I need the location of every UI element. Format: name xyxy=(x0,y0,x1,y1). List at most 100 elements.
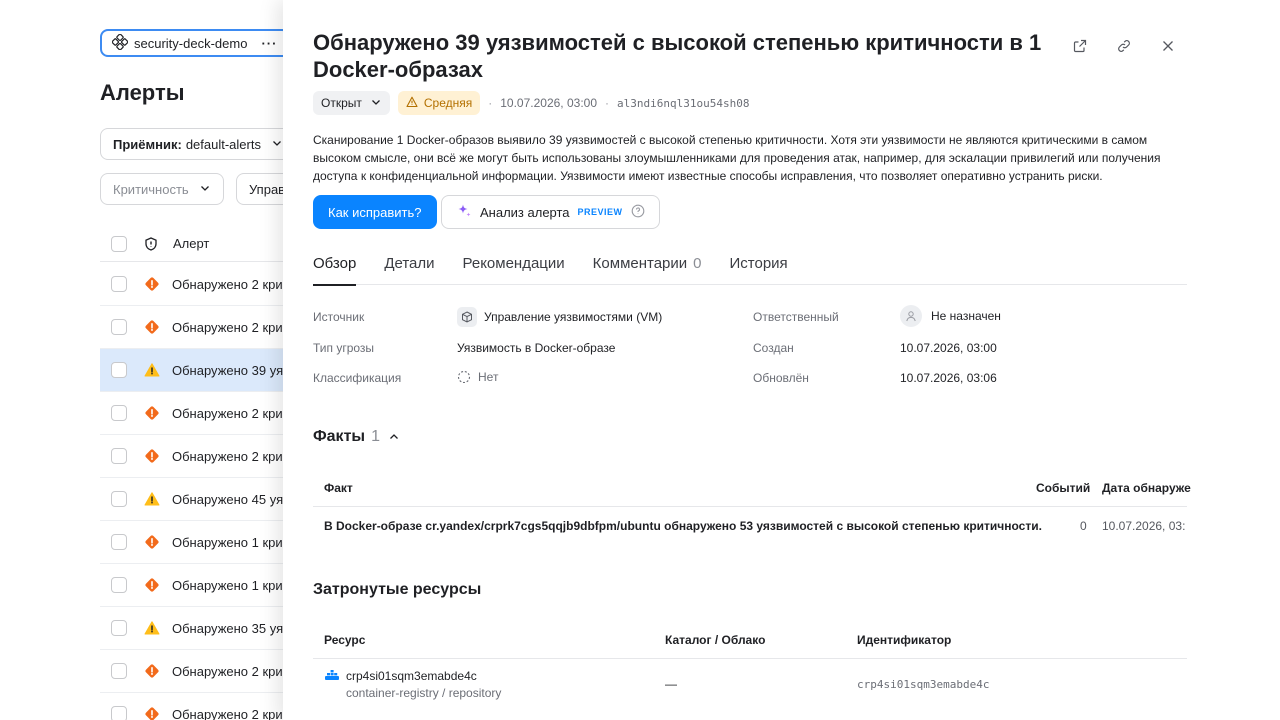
source-value: Управление уязвимостями (VM) xyxy=(457,307,662,327)
row-checkbox[interactable] xyxy=(111,706,127,720)
app-root: security-deck-demo ··· Алерты Приёмник: … xyxy=(0,0,1280,720)
list-item[interactable]: Обнаружено 2 кри xyxy=(100,392,283,435)
drawer-actions xyxy=(1070,36,1178,56)
facts-table-header: Факт Событий Дата обнаруже xyxy=(313,467,1191,507)
row-checkbox[interactable] xyxy=(111,577,127,593)
alert-analysis-button[interactable]: Анализ алерта PREVIEW xyxy=(441,195,660,229)
list-item-title: Обнаружено 2 кри xyxy=(172,405,283,421)
high-severity-icon xyxy=(144,534,160,550)
col-catalog: Каталог / Облако xyxy=(665,633,766,647)
avatar-icon xyxy=(900,305,922,327)
preview-badge: PREVIEW xyxy=(577,207,623,217)
status-select[interactable]: Открыт xyxy=(313,91,390,115)
threat-type-label: Тип угрозы xyxy=(313,341,375,355)
severity-label: Средняя xyxy=(423,96,473,110)
tab-details[interactable]: Детали xyxy=(384,248,434,285)
assignee-label: Ответственный xyxy=(753,310,839,324)
list-item[interactable]: Обнаружено 39 уя xyxy=(100,349,283,392)
resources-table-header: Ресурс Каталог / Облако Идентификатор xyxy=(313,619,1187,659)
col-events: Событий xyxy=(1036,481,1091,495)
facts-section-header[interactable]: Факты 1 xyxy=(313,428,400,446)
list-item-title: Обнаружено 1 кри xyxy=(172,534,283,550)
list-item[interactable]: Обнаружено 2 кри xyxy=(100,693,283,720)
receiver-filter[interactable]: Приёмник: default-alerts xyxy=(100,128,283,160)
affected-resources-title: Затронутые ресурсы xyxy=(313,581,482,598)
updated-value: 10.07.2026, 03:06 xyxy=(900,371,997,385)
source-label: Источник xyxy=(313,310,365,324)
chevron-up-icon xyxy=(388,431,400,443)
list-item[interactable]: Обнаружено 2 кри xyxy=(100,263,283,306)
row-checkbox[interactable] xyxy=(111,491,127,507)
project-menu-icon[interactable]: ··· xyxy=(261,36,277,51)
drawer-tabs: Обзор Детали Рекомендации Комментарии 0 И… xyxy=(313,248,1187,286)
classification-label: Классификация xyxy=(313,371,402,385)
row-checkbox[interactable] xyxy=(111,663,127,679)
list-item-title: Обнаружено 35 уя xyxy=(172,620,283,636)
list-item[interactable]: Обнаружено 45 уя xyxy=(100,478,283,521)
resource-catalog: — xyxy=(665,677,677,691)
row-checkbox[interactable] xyxy=(111,405,127,421)
list-item[interactable]: Обнаружено 2 кри xyxy=(100,435,283,478)
alert-column-label: Алерт xyxy=(173,236,210,251)
medium-severity-icon xyxy=(144,362,160,378)
list-item[interactable]: Обнаружено 1 кри xyxy=(100,521,283,564)
high-severity-icon xyxy=(144,577,160,593)
medium-severity-icon xyxy=(144,491,160,507)
col-resource: Ресурс xyxy=(324,633,366,647)
tab-history[interactable]: История xyxy=(730,248,788,285)
receiver-filter-value: default-alerts xyxy=(185,136,261,152)
receiver-filter-label: Приёмник: xyxy=(113,136,182,152)
col-identifier: Идентификатор xyxy=(857,633,952,647)
severity-filter[interactable]: Критичность xyxy=(100,173,224,205)
help-icon[interactable] xyxy=(631,204,645,221)
alert-description: Сканирование 1 Docker-образов выявило 39… xyxy=(313,133,1161,183)
fact-date: 10.07.2026, 03: xyxy=(1102,519,1186,533)
open-external-icon[interactable] xyxy=(1070,36,1090,56)
severity-filter-label: Критичность xyxy=(113,181,189,197)
list-item-title: Обнаружено 39 уя xyxy=(172,362,283,378)
project-selector[interactable]: security-deck-demo ··· xyxy=(100,29,283,57)
tab-comments[interactable]: Комментарии 0 xyxy=(593,248,702,285)
high-severity-icon xyxy=(144,276,160,292)
how-to-fix-button[interactable]: Как исправить? xyxy=(313,195,437,229)
warning-icon xyxy=(406,96,418,111)
row-checkbox[interactable] xyxy=(111,448,127,464)
cube-icon xyxy=(457,307,477,327)
select-all-checkbox[interactable] xyxy=(111,235,127,252)
list-item[interactable]: Обнаружено 35 уя xyxy=(100,607,283,650)
row-checkbox[interactable] xyxy=(111,620,127,636)
high-severity-icon xyxy=(144,448,160,464)
list-item-title: Обнаружено 2 кри xyxy=(172,276,283,292)
facts-title: Факты xyxy=(313,428,366,445)
row-checkbox[interactable] xyxy=(111,534,127,550)
management-filter-label: Управ xyxy=(249,181,283,197)
resource-identifier: crp4si01sqm3emabde4c xyxy=(857,678,990,691)
row-checkbox[interactable] xyxy=(111,276,127,292)
project-icon xyxy=(111,33,129,53)
list-item-title: Обнаружено 2 кри xyxy=(172,706,283,720)
row-checkbox[interactable] xyxy=(111,362,127,378)
list-item[interactable]: Обнаружено 1 кри xyxy=(100,564,283,607)
assignee-value[interactable]: Не назначен xyxy=(900,305,1001,327)
table-row[interactable]: crp4si01sqm3emabde4c container-registry … xyxy=(313,659,1187,709)
resource-name[interactable]: crp4si01sqm3emabde4c xyxy=(346,669,477,683)
resource-cell: crp4si01sqm3emabde4c container-registry … xyxy=(324,669,501,700)
list-item[interactable]: Обнаружено 2 кри xyxy=(100,306,283,349)
tab-recommendations[interactable]: Рекомендации xyxy=(463,248,565,285)
copy-link-icon[interactable] xyxy=(1114,36,1134,56)
close-icon[interactable] xyxy=(1158,36,1178,56)
management-filter[interactable]: Управ xyxy=(236,173,283,205)
classification-value: Нет xyxy=(457,370,498,384)
alerts-page: security-deck-demo ··· Алерты Приёмник: … xyxy=(0,0,283,720)
chevron-down-icon xyxy=(199,182,211,197)
list-item[interactable]: Обнаружено 2 кри xyxy=(100,650,283,693)
high-severity-icon xyxy=(144,405,160,421)
threat-type-value: Уязвимость в Docker-образе xyxy=(457,341,616,355)
col-fact: Факт xyxy=(324,481,353,495)
created-value: 10.07.2026, 03:00 xyxy=(900,341,997,355)
high-severity-icon xyxy=(144,706,160,720)
row-checkbox[interactable] xyxy=(111,319,127,335)
tab-overview[interactable]: Обзор xyxy=(313,248,357,286)
table-row[interactable]: В Docker-образе cr.yandex/crprk7cgs5qqjb… xyxy=(313,507,1187,545)
separator-dot: · xyxy=(605,96,610,110)
